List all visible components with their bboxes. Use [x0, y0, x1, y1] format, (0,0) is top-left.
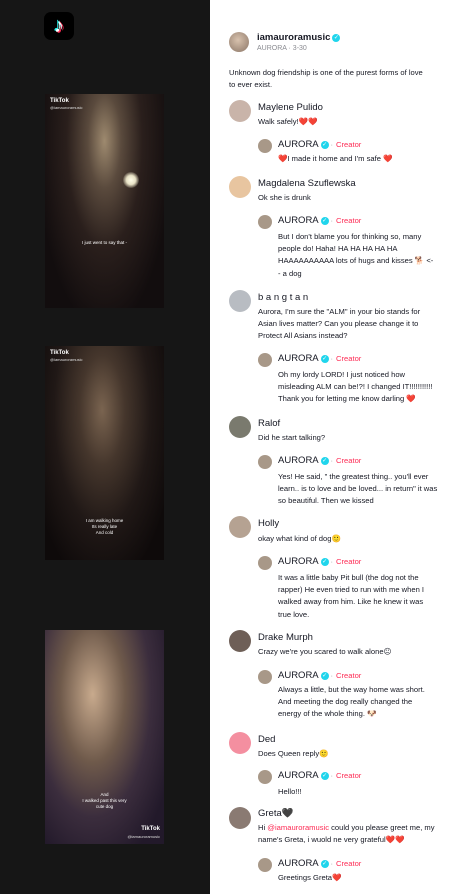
reply-author[interactable]: AURORA ✓ · Creator: [278, 215, 361, 226]
comment-text: Walk safely!❤️❤️: [258, 117, 318, 126]
verified-icon: ✓: [320, 860, 329, 868]
frame-brand: TikTok: [141, 826, 160, 832]
reply-text: Always a little, but the way home was sh…: [278, 685, 425, 719]
video-panel: ♪ TikTok @iamauroramusic I just went to …: [0, 0, 210, 894]
reply-author[interactable]: AURORA ✓ · Creator: [278, 139, 361, 150]
comment-username[interactable]: Maylene Pulido: [258, 102, 323, 113]
video-frame-1[interactable]: TikTok @iamauroramusic I just went to sa…: [45, 94, 164, 308]
comment-username[interactable]: Ralof: [258, 418, 280, 429]
comment-username[interactable]: Holly: [258, 518, 279, 529]
comment-text: Does Queen reply🙂: [258, 749, 329, 758]
reply-text: ❤️I made it home and I'm safe ❤️: [278, 154, 393, 163]
comment-username[interactable]: Greta🖤: [258, 808, 294, 819]
frame-brand: TikTok: [50, 98, 69, 104]
frame-handle: @iamauroramusic: [50, 357, 83, 362]
mention-link[interactable]: @iamauroramusic: [267, 823, 329, 832]
commenter-avatar[interactable]: [229, 807, 251, 829]
reply-text: Greetings Greta❤️: [278, 873, 342, 882]
commenter-avatar[interactable]: [229, 176, 251, 198]
post-meta: AURORA · 3-30: [257, 45, 307, 52]
reply-author[interactable]: AURORA ✓ · Creator: [278, 455, 361, 466]
commenter-avatar[interactable]: [229, 416, 251, 438]
reply-text: But I don't blame you for thinking so, m…: [278, 232, 434, 278]
comment-text: okay what kind of dog🙂: [258, 534, 341, 543]
author-avatar[interactable]: [229, 32, 249, 52]
verified-icon: ✓: [332, 34, 341, 42]
comments-panel: iamauroramusic ✓ AURORA · 3-30 Unknown do…: [210, 0, 474, 894]
comment-text: Crazy we're you scared to walk alone😐: [258, 647, 392, 656]
creator-avatar[interactable]: [258, 770, 272, 784]
verified-icon: ✓: [320, 217, 329, 225]
commenter-avatar[interactable]: [229, 100, 251, 122]
comment-username[interactable]: b a n g t a n: [258, 292, 308, 303]
frame-caption: I just went to say that -: [81, 240, 128, 245]
creator-avatar[interactable]: [258, 353, 272, 367]
frame-handle: @iamauroramusic: [50, 105, 83, 110]
comment-text: Hi @iamauroramusic could you please gree…: [258, 823, 435, 845]
frame-brand: TikTok: [50, 350, 69, 356]
verified-icon: ✓: [320, 672, 329, 680]
reply-text: Yes! He said, " the greatest thing.. you…: [278, 472, 438, 506]
commenter-avatar[interactable]: [229, 630, 251, 652]
comment-username[interactable]: Drake Murph: [258, 632, 313, 643]
creator-avatar[interactable]: [258, 455, 272, 469]
creator-avatar[interactable]: [258, 858, 272, 872]
comment-text: Aurora, I'm sure the "ALM" in your bio s…: [258, 307, 421, 341]
reply-author[interactable]: AURORA ✓ · Creator: [278, 670, 361, 681]
verified-icon: ✓: [320, 558, 329, 566]
verified-icon: ✓: [320, 457, 329, 465]
post-caption: Unknown dog friendship is one of the pur…: [229, 68, 423, 90]
reply-author[interactable]: AURORA ✓ · Creator: [278, 353, 361, 364]
reply-author[interactable]: AURORA ✓ · Creator: [278, 858, 361, 869]
commenter-avatar[interactable]: [229, 516, 251, 538]
verified-icon: ✓: [320, 141, 329, 149]
commenter-avatar[interactable]: [229, 290, 251, 312]
street-light: [123, 172, 139, 188]
reply-text: Oh my lordy LORD! I just noticed how mis…: [278, 370, 433, 404]
tiktok-logo: ♪: [44, 12, 74, 40]
frame-handle: @iamauroramusic: [127, 834, 160, 839]
creator-avatar[interactable]: [258, 139, 272, 153]
verified-icon: ✓: [320, 355, 329, 363]
frame-caption: I am walking home Its really late And co…: [85, 518, 124, 535]
post-username[interactable]: iamauroramusic ✓: [257, 32, 341, 43]
creator-avatar[interactable]: [258, 556, 272, 570]
comment-username[interactable]: Magdalena Szuflewska: [258, 178, 356, 189]
comment-text: Did he start talking?: [258, 433, 326, 442]
creator-avatar[interactable]: [258, 215, 272, 229]
creator-avatar[interactable]: [258, 670, 272, 684]
reply-text: It was a little baby Pit bull (the dog n…: [278, 573, 425, 619]
verified-icon: ✓: [320, 772, 329, 780]
video-frame-2[interactable]: TikTok @iamauroramusic I am walking home…: [45, 346, 164, 560]
reply-text: Hello!!!: [278, 787, 302, 796]
video-frame-3[interactable]: And I walked past this very cute dog Tik…: [45, 630, 164, 844]
frame-caption: And I walked past this very cute dog: [82, 792, 127, 809]
comment-text: Ok she is drunk: [258, 193, 311, 202]
reply-author[interactable]: AURORA ✓ · Creator: [278, 770, 361, 781]
reply-author[interactable]: AURORA ✓ · Creator: [278, 556, 361, 567]
comment-username[interactable]: Ded: [258, 734, 275, 745]
commenter-avatar[interactable]: [229, 732, 251, 754]
